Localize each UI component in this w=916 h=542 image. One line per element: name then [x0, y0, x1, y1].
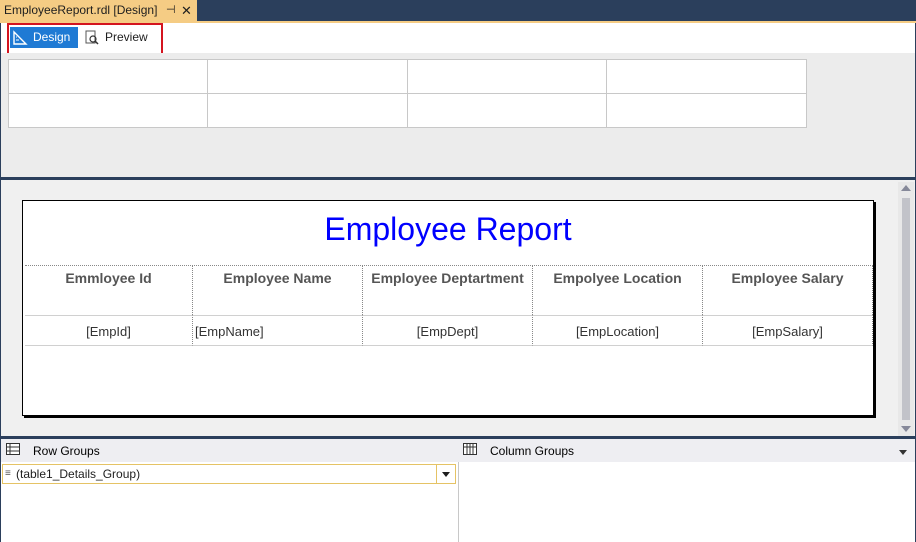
header-cell-emp-location[interactable]: Empolyee Location: [533, 266, 703, 315]
detail-cell-emp-id[interactable]: [EmpId]: [25, 315, 193, 346]
parameter-cell[interactable]: [607, 94, 806, 128]
parameter-cell[interactable]: [208, 60, 408, 94]
detail-cell-emp-name[interactable]: [EmpName]: [193, 315, 363, 346]
parameter-cell[interactable]: [208, 93, 408, 127]
detail-cell-emp-dept[interactable]: [EmpDept]: [363, 315, 533, 346]
document-tabstrip: EmployeeReport.rdl [Design] ⊣ ✕: [0, 0, 916, 23]
parameter-cell[interactable]: [606, 60, 806, 94]
parameter-cell[interactable]: [407, 60, 607, 94]
dropdown-arrow-icon: [442, 472, 450, 477]
header-cell-emp-id[interactable]: Emmloyee Id: [25, 266, 193, 315]
row-group-dropdown[interactable]: [436, 465, 455, 483]
header-cell-emp-name[interactable]: Employee Name: [193, 266, 363, 315]
table-header-row: Emmloyee Id Employee Name Employee Depta…: [25, 266, 873, 315]
detail-cell-emp-salary[interactable]: [EmpSalary]: [703, 315, 873, 346]
scrollbar-thumb[interactable]: [902, 198, 910, 420]
row-groups-label: Row Groups: [33, 444, 100, 458]
details-group-icon: ≡: [5, 468, 11, 479]
header-cell-emp-salary[interactable]: Employee Salary: [703, 266, 873, 315]
parameter-cell[interactable]: [9, 93, 209, 127]
column-groups-label: Column Groups: [490, 444, 575, 458]
grouping-header: [1, 439, 915, 462]
grouping-divider: [458, 462, 459, 542]
parameter-cell[interactable]: [408, 93, 607, 127]
vertical-scrollbar[interactable]: [898, 182, 914, 436]
scroll-down-icon[interactable]: [901, 426, 911, 432]
parameters-grid: [8, 59, 807, 128]
view-toggle-highlight: [7, 23, 163, 55]
column-groups-icon: [463, 443, 477, 455]
report-body[interactable]: Employee Report Emmloyee Id Employee Nam…: [22, 200, 874, 416]
pin-icon[interactable]: ⊣: [166, 0, 176, 21]
detail-cell-emp-location[interactable]: [EmpLocation]: [533, 315, 703, 346]
document-tab[interactable]: EmployeeReport.rdl [Design] ⊣ ✕: [0, 0, 197, 21]
row-group-item-label: (table1_Details_Group): [16, 467, 141, 481]
document-tab-title: EmployeeReport.rdl [Design]: [4, 3, 158, 17]
close-icon[interactable]: ✕: [181, 0, 192, 21]
parameter-cell[interactable]: [9, 60, 209, 94]
report-table[interactable]: Emmloyee Id Employee Name Employee Depta…: [25, 265, 873, 346]
chevron-down-icon[interactable]: [899, 450, 907, 455]
scroll-up-icon[interactable]: [901, 185, 911, 191]
row-group-item[interactable]: ≡ (table1_Details_Group): [2, 464, 456, 484]
row-groups-icon: [6, 443, 20, 455]
header-cell-emp-dept[interactable]: Employee Deptartment: [363, 266, 533, 315]
table-details-row: [EmpId] [EmpName] [EmpDept] [EmpLocation…: [25, 315, 873, 346]
report-title-textbox[interactable]: Employee Report: [23, 211, 873, 248]
